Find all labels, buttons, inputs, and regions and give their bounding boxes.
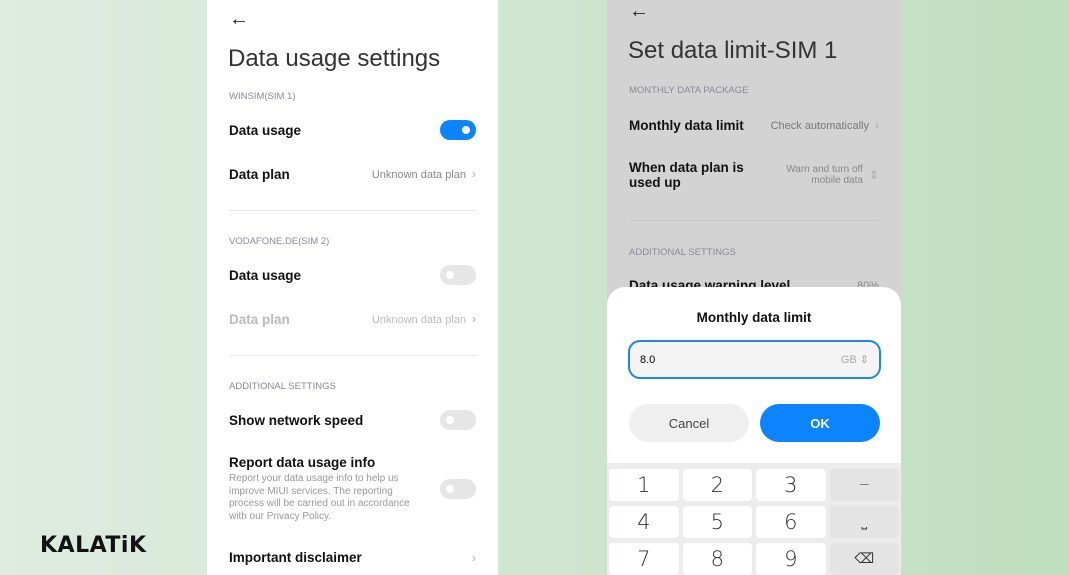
description: Report your data usage info to help us i… bbox=[229, 473, 410, 522]
key-6[interactable]: 6 bbox=[756, 506, 826, 538]
unit: GB bbox=[840, 354, 857, 366]
updown-icon: ⇕ bbox=[868, 168, 879, 182]
key-5[interactable]: 5 bbox=[682, 506, 752, 538]
sim1-data-plan-row[interactable]: Data plan Unknown data plan › bbox=[229, 165, 476, 183]
sim1-data-usage-row[interactable]: Data usage bbox=[229, 120, 476, 140]
ok-button[interactable]: OK bbox=[760, 404, 880, 442]
unit-selector-icon[interactable]: ⇕ bbox=[860, 354, 869, 366]
cancel-button[interactable]: Cancel bbox=[629, 404, 749, 442]
key-3[interactable]: 3 bbox=[756, 469, 826, 501]
report-row[interactable]: Report data usage info Report your data u… bbox=[229, 455, 476, 523]
label: Data plan bbox=[229, 311, 290, 327]
show-speed-row[interactable]: Show network speed bbox=[229, 410, 476, 430]
key-8[interactable]: 8 bbox=[682, 543, 752, 575]
label: Data usage bbox=[229, 122, 302, 138]
back-arrow-icon[interactable]: ← bbox=[229, 8, 249, 31]
show-speed-toggle[interactable] bbox=[440, 410, 476, 430]
label: When data plan is used up bbox=[629, 160, 744, 190]
value: Check automatically bbox=[770, 120, 869, 132]
key-9[interactable]: 9 bbox=[756, 543, 826, 575]
key-7[interactable]: 7 bbox=[609, 543, 679, 575]
monthly-limit-dialog: Monthly data limit 8.0 GB ⇕ Cancel OK 1 2… bbox=[607, 287, 901, 575]
chevron-right-icon: › bbox=[875, 118, 879, 132]
page-title: Set data limit-SIM 1 bbox=[628, 37, 838, 64]
divider bbox=[629, 220, 879, 221]
kalatik-logo: KALATiK bbox=[40, 533, 147, 558]
backspace-icon[interactable]: ⌫ bbox=[829, 543, 899, 575]
sim1-header: WINSIM(SIM 1) bbox=[229, 91, 296, 102]
label: Data usage bbox=[229, 267, 302, 283]
used-up-row[interactable]: When data plan is used up Warn and turn o… bbox=[629, 160, 879, 190]
numeric-keyboard: 1 2 3 − 4 5 6 ⎵ 7 8 9 ⌫ bbox=[607, 463, 901, 575]
label: Important disclaimer bbox=[229, 550, 362, 565]
package-header: MONTHLY DATA PACKAGE bbox=[629, 85, 749, 96]
key-4[interactable]: 4 bbox=[609, 506, 679, 538]
value: Unknown data plan bbox=[371, 314, 466, 326]
key-2[interactable]: 2 bbox=[682, 469, 752, 501]
additional-header: ADDITIONAL SETTINGS bbox=[629, 247, 736, 258]
value: Unknown data plan bbox=[371, 169, 466, 181]
report-toggle[interactable] bbox=[440, 479, 476, 499]
label: Data plan bbox=[229, 166, 290, 182]
label: Show network speed bbox=[229, 412, 364, 428]
monthly-limit-row[interactable]: Monthly data limit Check automatically › bbox=[629, 116, 879, 134]
sim1-data-usage-toggle[interactable] bbox=[440, 120, 476, 140]
input-value: 8.0 bbox=[640, 353, 656, 366]
divider bbox=[229, 210, 476, 211]
dialog-title: Monthly data limit bbox=[696, 310, 812, 325]
value: Warn and turn off mobile data bbox=[786, 164, 863, 186]
back-arrow-icon[interactable]: ← bbox=[629, 0, 649, 23]
sim2-data-usage-row[interactable]: Data usage bbox=[229, 265, 476, 285]
set-data-limit-screen: ← Set data limit-SIM 1 MONTHLY DATA PACK… bbox=[607, 0, 901, 575]
additional-header: ADDITIONAL SETTINGS bbox=[229, 381, 336, 392]
data-usage-settings-screen: ← Data usage settings WINSIM(SIM 1) Data… bbox=[207, 0, 498, 575]
disclaimer-row[interactable]: Important disclaimer › bbox=[229, 550, 476, 565]
key-minus[interactable]: − bbox=[829, 469, 899, 501]
chevron-right-icon: › bbox=[472, 550, 476, 565]
label: Report data usage info bbox=[229, 455, 376, 470]
label: Monthly data limit bbox=[629, 117, 744, 133]
chevron-right-icon: › bbox=[472, 312, 476, 326]
chevron-right-icon: › bbox=[472, 167, 476, 181]
sim2-data-usage-toggle[interactable] bbox=[440, 265, 476, 285]
divider bbox=[229, 355, 476, 356]
sim2-header: VODAFONE.DE(SIM 2) bbox=[229, 236, 330, 247]
page-title: Data usage settings bbox=[228, 45, 441, 72]
limit-input[interactable]: 8.0 GB ⇕ bbox=[628, 340, 881, 379]
key-1[interactable]: 1 bbox=[609, 469, 679, 501]
space-key-icon[interactable]: ⎵ bbox=[829, 506, 899, 538]
sim2-data-plan-row: Data plan Unknown data plan › bbox=[229, 310, 476, 328]
